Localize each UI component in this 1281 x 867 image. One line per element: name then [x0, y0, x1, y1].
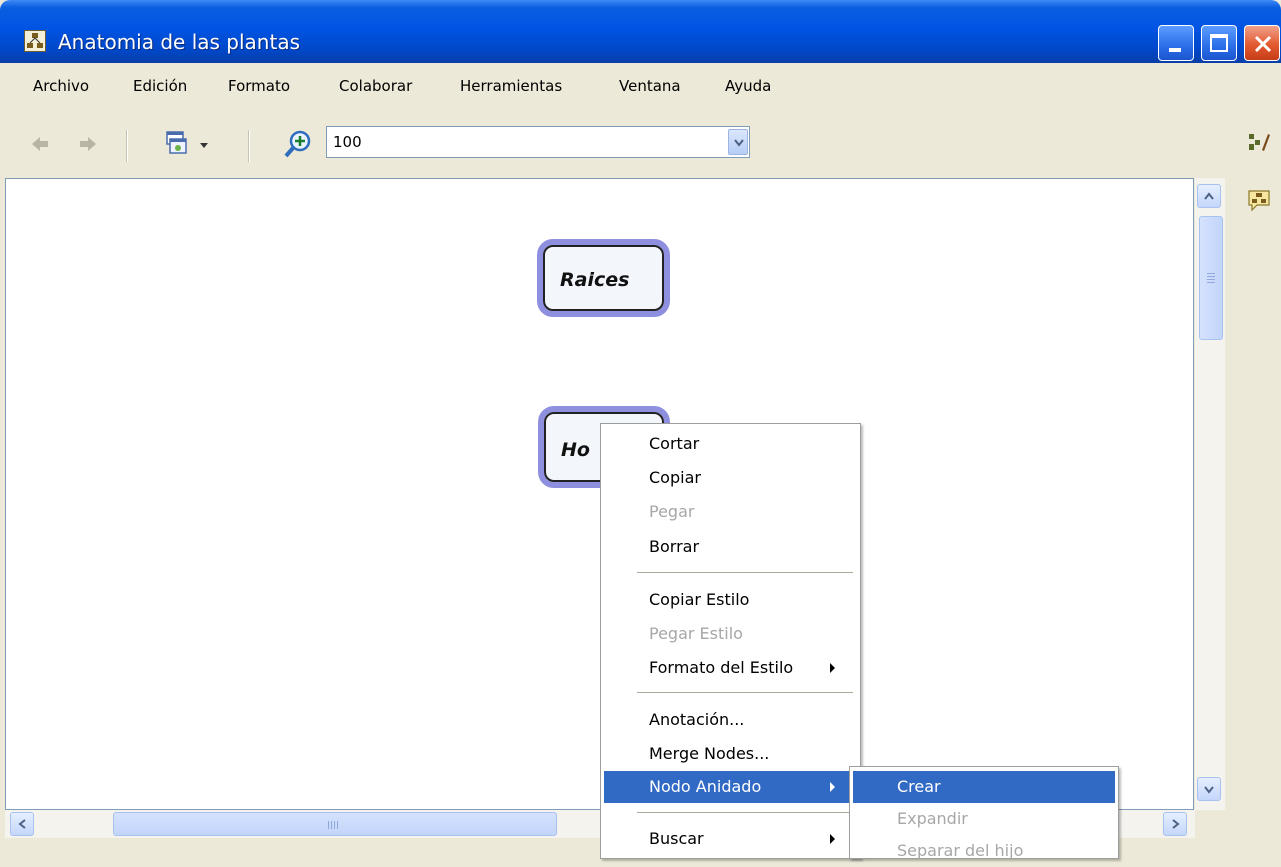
chevron-down-icon	[1204, 786, 1214, 794]
submenu-item-expandir: Expandir	[897, 809, 968, 828]
menu-item-formato-del-estilo[interactable]: Formato del Estilo	[601, 652, 860, 684]
close-button[interactable]	[1244, 25, 1280, 61]
close-icon	[1254, 35, 1272, 53]
menu-edicion[interactable]: Edición	[133, 77, 187, 95]
menu-archivo[interactable]: Archivo	[33, 77, 89, 95]
menu-item-cortar[interactable]: Cortar	[601, 428, 860, 460]
zoom-value: 100	[333, 133, 362, 151]
menu-separator	[637, 692, 853, 693]
title-bar[interactable]: Anatomia de las plantas	[0, 0, 1281, 63]
nodo-anidado-submenu: Crear Expandir Separar del hijo	[849, 766, 1119, 860]
menu-separator	[637, 572, 853, 573]
submenu-item-crear[interactable]: Crear	[853, 771, 1115, 803]
horizontal-scroll-thumb[interactable]	[113, 812, 557, 836]
scroll-down-button[interactable]	[1197, 777, 1221, 801]
submenu-arrow-icon	[830, 663, 835, 673]
toolbar-separator	[126, 130, 128, 162]
style-palette-icon[interactable]	[1247, 130, 1271, 154]
submenu-arrow-icon	[830, 834, 835, 844]
menu-bar: Archivo Edición Formato Colaborar Herram…	[0, 68, 1281, 106]
chevron-up-icon	[1204, 192, 1214, 200]
menu-item-buscar[interactable]: Buscar	[601, 823, 860, 855]
chevron-right-icon	[1172, 819, 1180, 829]
scroll-up-button[interactable]	[1197, 184, 1221, 208]
back-arrow-icon[interactable]	[30, 134, 50, 154]
context-menu: Cortar Copiar Pegar Borrar Copiar Estilo…	[600, 423, 861, 859]
menu-item-copiar[interactable]: Copiar	[601, 462, 860, 494]
menu-item-anotacion[interactable]: Anotación...	[601, 704, 860, 736]
zoom-in-icon[interactable]	[283, 129, 313, 159]
toolbar-separator	[248, 130, 250, 162]
concept-node-raices[interactable]: Raices	[537, 239, 670, 317]
node-label: Raices	[560, 269, 630, 291]
submenu-item-separar-del-hijo: Separar del hijo	[897, 841, 1024, 860]
scroll-left-button[interactable]	[10, 812, 34, 836]
scroll-right-button[interactable]	[1163, 812, 1187, 836]
menu-separator	[637, 812, 853, 813]
menu-item-pegar: Pegar	[649, 502, 695, 521]
forward-arrow-icon[interactable]	[78, 134, 98, 154]
app-icon	[24, 30, 46, 52]
chevron-left-icon	[18, 819, 26, 829]
menu-item-merge-nodes[interactable]: Merge Nodes...	[601, 738, 860, 770]
node-label: Ho	[561, 439, 590, 461]
window-title: Anatomia de las plantas	[58, 30, 300, 54]
zoom-combobox[interactable]: 100	[326, 126, 750, 158]
maximize-button[interactable]	[1201, 25, 1237, 61]
submenu-arrow-icon	[830, 782, 835, 792]
chevron-down-icon[interactable]	[198, 140, 210, 150]
menu-formato[interactable]: Formato	[228, 77, 290, 95]
menu-herramientas[interactable]: Herramientas	[460, 77, 562, 95]
app-window: Anatomia de las plantas Archivo Edición …	[0, 0, 1281, 860]
vertical-scroll-thumb[interactable]	[1199, 216, 1223, 340]
menu-item-copiar-estilo[interactable]: Copiar Estilo	[601, 584, 860, 616]
menu-colaborar[interactable]: Colaborar	[339, 77, 412, 95]
minimize-button[interactable]	[1158, 25, 1194, 61]
collaborate-chat-icon[interactable]	[1247, 188, 1271, 212]
menu-item-borrar[interactable]: Borrar	[601, 531, 860, 563]
menu-item-nodo-anidado[interactable]: Nodo Anidado	[604, 771, 853, 803]
view-windows-icon[interactable]	[164, 130, 194, 158]
chevron-down-icon	[734, 139, 744, 147]
menu-item-pegar-estilo: Pegar Estilo	[649, 624, 743, 643]
menu-ayuda[interactable]: Ayuda	[725, 77, 771, 95]
zoom-dropdown-button[interactable]	[728, 129, 748, 155]
menu-ventana[interactable]: Ventana	[619, 77, 681, 95]
